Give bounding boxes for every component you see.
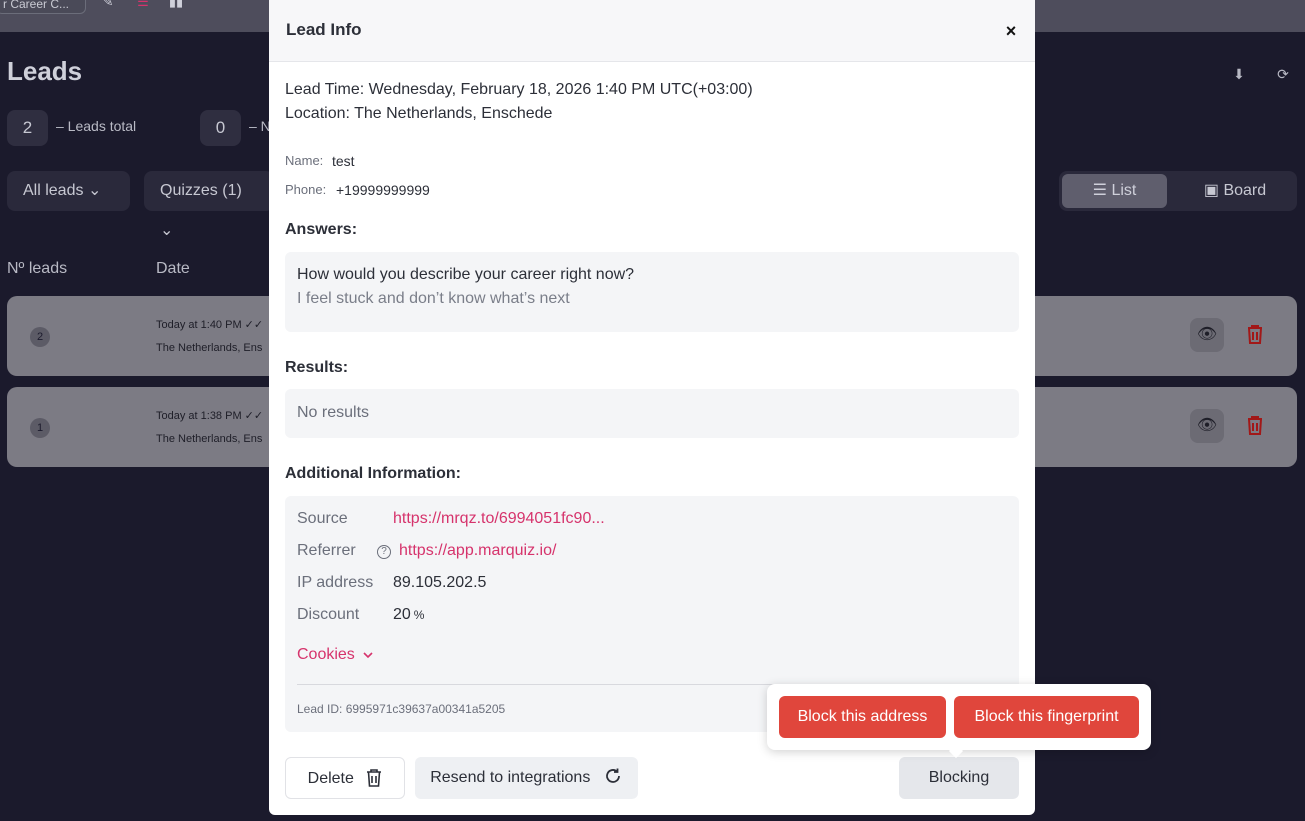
blocking-popover: Block this address Block this fingerprin…: [767, 684, 1151, 759]
ip-value: 89.105.202.5: [393, 574, 487, 591]
row-number: 2: [30, 327, 50, 347]
results-panel: No results: [285, 389, 1019, 438]
delete-button[interactable]: Delete: [285, 757, 405, 799]
list-icon: ☰: [1092, 182, 1107, 199]
modal-title: Lead Info: [286, 20, 362, 39]
view-eye-icon[interactable]: 👁: [1190, 409, 1224, 443]
chevron-down-icon: ⌄: [160, 222, 174, 239]
modal-header: Lead Info ×: [269, 0, 1035, 62]
stat-leads-total-label: – Leads total: [56, 118, 137, 134]
question-text: How would you describe your career right…: [297, 266, 635, 283]
cookies-toggle[interactable]: Cookies: [297, 646, 373, 664]
filter-all-leads[interactable]: All leads ⌄: [7, 171, 130, 211]
delete-button-label: Delete: [307, 770, 354, 787]
help-icon[interactable]: ?: [377, 545, 391, 559]
source-label: Source: [297, 510, 348, 527]
column-header-num: Nº leads: [7, 260, 68, 277]
stat-leads-total-value: 2: [7, 110, 48, 146]
view-eye-icon[interactable]: 👁: [1190, 318, 1224, 352]
page-title: Leads: [7, 56, 83, 86]
results-title: Results:: [285, 359, 349, 376]
quiz-selector[interactable]: r Career C...: [0, 0, 86, 14]
discount-value: 20%: [393, 606, 424, 624]
row-location: The Netherlands, Ens: [156, 433, 263, 445]
row-date: Today at 1:40 PM ✓✓: [156, 318, 263, 331]
edit-icon[interactable]: ✎: [97, 0, 119, 12]
view-board-label: Board: [1223, 182, 1267, 199]
answer-text: I feel stuck and don’t know what’s next: [297, 290, 570, 307]
block-address-button[interactable]: Block this address: [779, 696, 946, 738]
row-date-text: Today at 1:40 PM: [156, 319, 242, 331]
discount-unit: %: [413, 608, 425, 622]
row-date: Today at 1:38 PM ✓✓: [156, 409, 263, 422]
referrer-label: Referrer: [297, 542, 356, 559]
blocking-button[interactable]: Blocking: [899, 757, 1019, 799]
chevron-down-icon: [363, 652, 373, 659]
phone-label: Phone:: [285, 182, 327, 197]
name-label: Name:: [285, 153, 324, 168]
refresh-icon[interactable]: ⟳: [1273, 66, 1293, 86]
no-results-text: No results: [297, 404, 370, 421]
referrer-value: ? https://app.marquiz.io/: [377, 542, 556, 560]
double-check-icon: ✓✓: [244, 410, 264, 422]
double-check-icon: ✓✓: [244, 319, 264, 331]
trash-icon: [367, 769, 382, 787]
stat-new-value: 0: [200, 110, 241, 146]
name-value: test: [332, 153, 355, 169]
trash-icon[interactable]: [1246, 324, 1266, 346]
row-number: 1: [30, 418, 50, 438]
stat-new-label: – N: [249, 118, 271, 134]
stats-icon[interactable]: ▮▮: [165, 0, 187, 12]
additional-info-title: Additional Information:: [285, 465, 461, 482]
export-icon[interactable]: ⬇: [1229, 66, 1249, 86]
close-icon[interactable]: ×: [1001, 21, 1021, 41]
filter-all-leads-label: All leads: [23, 182, 84, 199]
discount-number: 20: [393, 606, 411, 623]
source-link[interactable]: https://mrqz.to/6994051fc90...: [393, 510, 605, 528]
list-view-icon[interactable]: ☰: [132, 0, 154, 12]
trash-icon[interactable]: [1246, 415, 1266, 437]
filter-quizzes-label: Quizzes (1): [160, 182, 242, 199]
view-board-button[interactable]: ▣ Board: [1180, 174, 1290, 208]
row-location: The Netherlands, Ens: [156, 342, 263, 354]
chevron-down-icon: ⌄: [87, 182, 102, 199]
discount-label: Discount: [297, 606, 360, 623]
resend-to-integrations-button[interactable]: Resend to integrations: [415, 757, 638, 799]
column-header-date: Date: [156, 260, 190, 277]
view-list-button[interactable]: ☰ List: [1062, 174, 1167, 208]
resend-button-label: Resend to integrations: [430, 769, 591, 786]
board-icon: ▣: [1203, 182, 1219, 199]
refresh-icon: [605, 768, 620, 783]
lead-location: Location: The Netherlands, Enschede: [285, 105, 553, 122]
block-fingerprint-button[interactable]: Block this fingerprint: [954, 696, 1139, 738]
filter-quizzes[interactable]: Quizzes (1) ⌄: [144, 171, 274, 239]
cookies-label: Cookies: [297, 646, 355, 663]
lead-time: Lead Time: Wednesday, February 18, 2026 …: [285, 81, 753, 98]
phone-value: +19999999999: [336, 182, 430, 198]
row-date-text: Today at 1:38 PM: [156, 410, 242, 422]
view-list-label: List: [1111, 182, 1137, 199]
answers-title: Answers:: [285, 221, 358, 238]
referrer-link[interactable]: https://app.marquiz.io/: [399, 542, 556, 559]
ip-label: IP address: [297, 574, 374, 591]
lead-id: Lead ID: 6995971c39637a00341a5205: [297, 702, 506, 716]
answers-panel: How would you describe your career right…: [285, 252, 1019, 332]
